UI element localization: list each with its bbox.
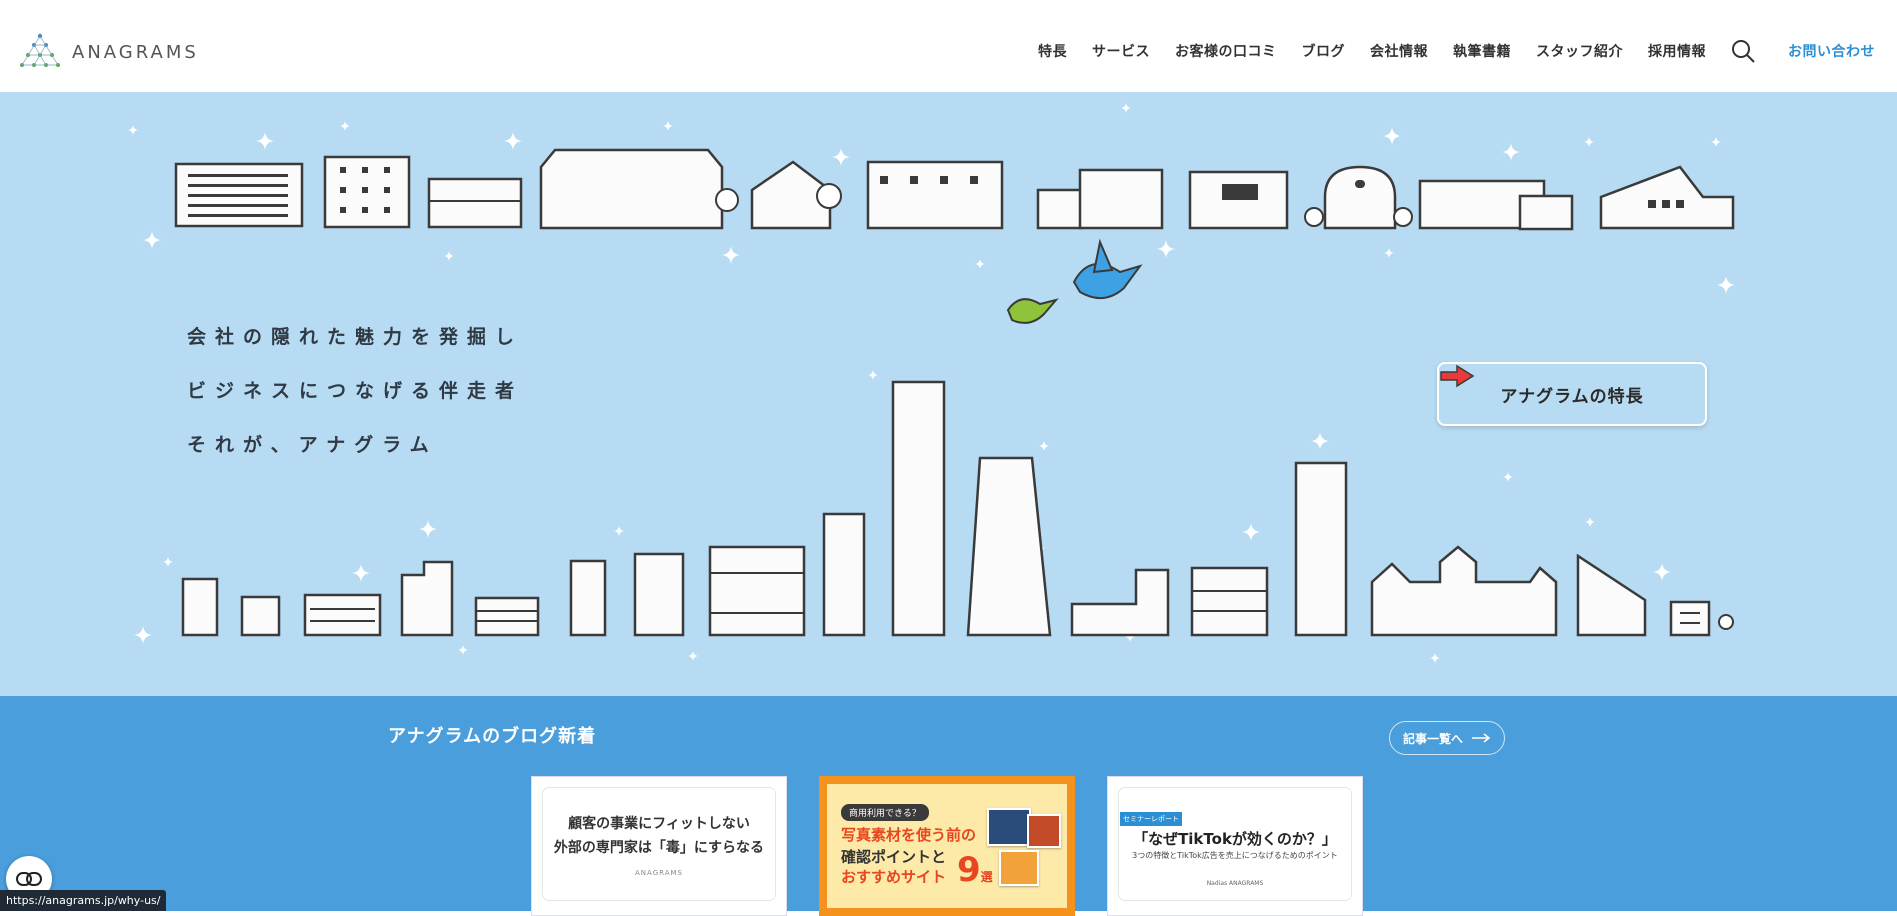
blog-card-2[interactable]: 商用利用できる？ 写真素材を使う前の 確認ポイントと おすすめサイト 9選 bbox=[819, 776, 1075, 916]
site-header: ANAGRAMS 特長 サービス お客様の口コミ ブログ 会社情報 執筆書籍 ス… bbox=[0, 0, 1897, 92]
tagline-line-1: 会社の隠れた魅力を発掘し bbox=[187, 326, 524, 348]
tagline-line-3: それが、アナグラム bbox=[187, 434, 438, 456]
features-button-label: アナグラムの特長 bbox=[1500, 386, 1644, 407]
nav-item-books[interactable]: 執筆書籍 bbox=[1453, 41, 1511, 61]
nav-item-services[interactable]: サービス bbox=[1092, 41, 1150, 61]
blog-card-2-thumbnail: 商用利用できる？ 写真素材を使う前の 確認ポイントと おすすめサイト 9選 bbox=[827, 784, 1067, 908]
blog-section: アナグラムのブログ新着 記事一覧へ 顧客の事業にフィットしない 外部の専門家は「… bbox=[0, 696, 1897, 916]
blog-card-3-subtitle: 3つの特徴とTikTok広告を売上につなげるためのポイント bbox=[1132, 851, 1338, 860]
status-bar-url: https://anagrams.jp/why-us/ bbox=[0, 890, 167, 911]
photo-sample-3 bbox=[999, 850, 1039, 886]
nav-item-recruit[interactable]: 採用情報 bbox=[1648, 41, 1706, 61]
blog-card-3-label: セミナーレポート bbox=[1120, 812, 1182, 826]
long-arrow-right-icon bbox=[1472, 733, 1491, 743]
main-nav: 特長 サービス お客様の口コミ ブログ 会社情報 執筆書籍 スタッフ紹介 採用情… bbox=[1013, 38, 1875, 64]
hero-tagline: 会社の隠れた魅力を発掘し ビジネスにつなげる伴走者 それが、アナグラム bbox=[187, 324, 523, 486]
blog-card-3-title: 「なぜTikTokが効くのか？」 bbox=[1133, 830, 1337, 848]
nav-item-blog[interactable]: ブログ bbox=[1302, 41, 1346, 61]
nav-item-company[interactable]: 会社情報 bbox=[1370, 41, 1428, 61]
blog-section-title: アナグラムのブログ新着 bbox=[388, 726, 597, 747]
blog-card-1-line-2: 外部の専門家は「毒」にすらなる bbox=[553, 840, 765, 856]
hero-section: 会社の隠れた魅力を発掘し ビジネスにつなげる伴走者 それが、アナグラム アナグラ… bbox=[0, 92, 1897, 696]
photo-sample-2 bbox=[1027, 814, 1061, 848]
blog-card-3-thumbnail: セミナーレポート 「なぜTikTokが効くのか？」 3つの特徴とTikTok広告… bbox=[1119, 788, 1351, 900]
blog-card-1-line-1: 顧客の事業にフィットしない bbox=[568, 816, 750, 832]
blog-card-1-brand: ANAGRAMS bbox=[635, 869, 683, 877]
link-icon bbox=[16, 872, 42, 886]
all-posts-button[interactable]: 記事一覧へ bbox=[1389, 721, 1505, 755]
nav-item-features[interactable]: 特長 bbox=[1038, 41, 1067, 61]
blog-card-2-tag: 商用利用できる？ bbox=[841, 804, 929, 821]
blog-card-2-number: 9選 bbox=[957, 850, 993, 890]
blog-card-3[interactable]: セミナーレポート 「なぜTikTokが効くのか？」 3つの特徴とTikTok広告… bbox=[1107, 776, 1363, 916]
logo-text: ANAGRAMS bbox=[72, 41, 199, 63]
blog-card-2-line-3: おすすめサイト bbox=[841, 868, 947, 886]
top-buildings bbox=[174, 148, 1735, 231]
blog-card-1-thumbnail: 顧客の事業にフィットしない 外部の専門家は「毒」にすらなる ANAGRAMS bbox=[543, 788, 775, 900]
site-logo[interactable]: ANAGRAMS bbox=[18, 32, 199, 72]
all-posts-label: 記事一覧へ bbox=[1402, 731, 1463, 746]
blog-card-2-line-2: 確認ポイントと bbox=[841, 848, 947, 866]
blog-card-1[interactable]: 顧客の事業にフィットしない 外部の専門家は「毒」にすらなる ANAGRAMS bbox=[531, 776, 787, 916]
blog-card-2-line-1: 写真素材を使う前の bbox=[841, 826, 977, 844]
nav-item-staff[interactable]: スタッフ紹介 bbox=[1536, 41, 1623, 61]
search-icon[interactable] bbox=[1730, 38, 1756, 64]
nav-item-reviews[interactable]: お客様の口コミ bbox=[1175, 41, 1277, 61]
arrow-right-icon bbox=[1440, 364, 1475, 388]
blog-card-3-logos: Nadias ANAGRAMS bbox=[1206, 880, 1264, 887]
photo-sample-1 bbox=[987, 808, 1031, 846]
contact-link[interactable]: お問い合わせ bbox=[1788, 41, 1875, 61]
features-button[interactable]: アナグラムの特長 bbox=[1437, 362, 1707, 426]
tagline-line-2: ビジネスにつなげる伴走者 bbox=[187, 380, 524, 402]
birds bbox=[1006, 238, 1143, 324]
logo-mark-icon bbox=[20, 33, 60, 67]
